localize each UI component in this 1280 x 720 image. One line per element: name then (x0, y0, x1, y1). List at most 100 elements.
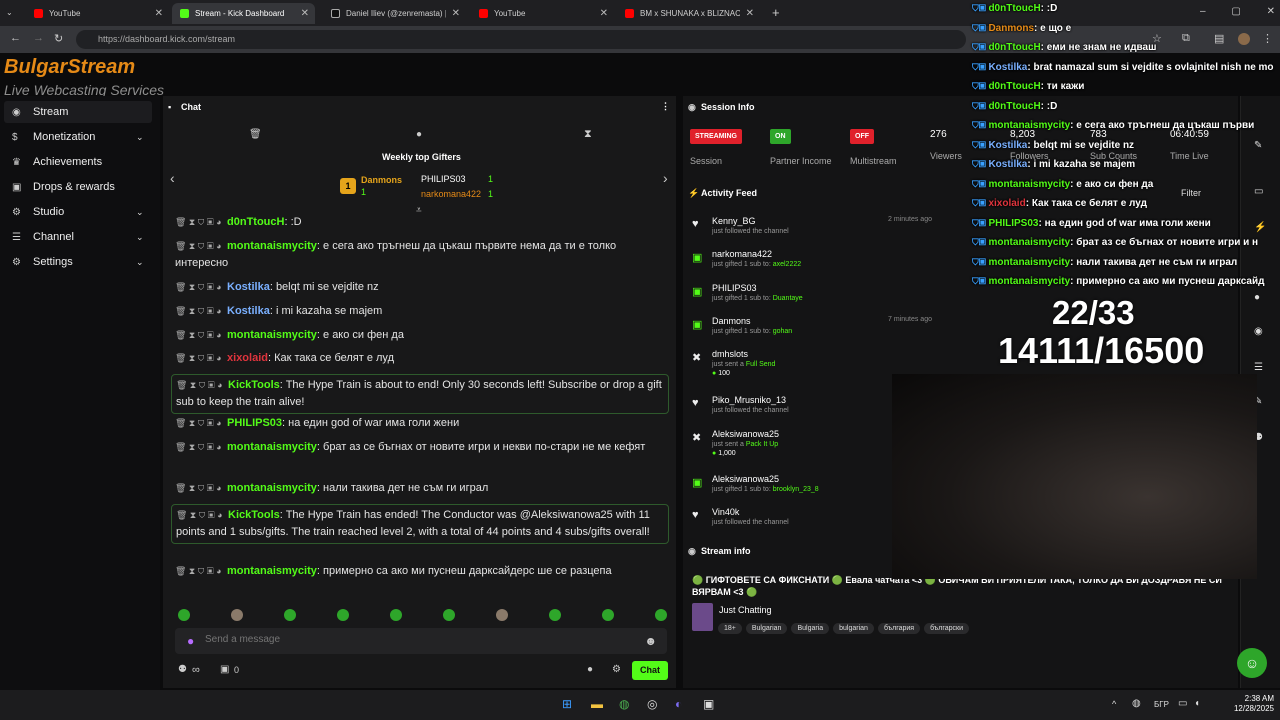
network-icon[interactable]: ▭ (1178, 698, 1187, 709)
chevron-down-icon[interactable]: ⌄ (136, 232, 144, 243)
chat-username[interactable]: KickTools (228, 509, 280, 521)
chevron-down-icon[interactable]: ⌄ (136, 207, 144, 218)
screen-icon[interactable]: ▭ (1254, 186, 1263, 197)
menu-kebab-icon[interactable]: ⋮ (1262, 32, 1273, 45)
browser-tab[interactable]: YouTube ✕ (471, 3, 614, 24)
category-name[interactable]: Just Chatting (719, 605, 772, 615)
profile-avatar[interactable] (1238, 33, 1250, 45)
close-icon[interactable]: ✕ (1267, 6, 1275, 17)
taskbar-clock[interactable]: 2:38 AM 12/28/2025 (1224, 694, 1274, 714)
activity-username[interactable]: Aleksiwanowa25 (712, 429, 922, 439)
new-tab-button[interactable]: + (772, 5, 780, 20)
gifter-name[interactable]: Danmons (361, 175, 402, 185)
discord-icon[interactable]: ◐ (675, 697, 682, 711)
chrome-icon[interactable]: ◍ (619, 697, 629, 711)
obs-icon[interactable]: ◎ (647, 697, 657, 711)
tab-list-button[interactable]: ⌄ (6, 8, 13, 17)
activity-username[interactable]: PHILIPS03 (712, 283, 922, 293)
message-input[interactable] (205, 634, 625, 645)
terminal-icon[interactable]: ▣ (703, 697, 714, 711)
edit-icon[interactable]: ✎ (1254, 140, 1262, 151)
windows-start-icon[interactable]: ⊞ (562, 697, 572, 711)
emote-icon[interactable] (602, 609, 614, 621)
tray-arrow-icon[interactable]: ^ (1112, 699, 1116, 709)
hourglass-icon[interactable]: ⧗ (584, 128, 592, 141)
emote-icon[interactable] (655, 609, 667, 621)
sidebar-item-studio[interactable]: ⚙ Studio ⌄ (12, 201, 152, 223)
message-actions-icons[interactable]: 🗑 ⧗ ⛉ ▣ ◕ (175, 330, 224, 340)
stream-tag[interactable]: Bulgaria (791, 623, 830, 634)
browser-tab[interactable]: BM x SHUNAKA x BLIZNACITE ✕ (617, 3, 760, 24)
minimize-icon[interactable]: – (1200, 6, 1206, 17)
emoji-icon[interactable]: ☻ (644, 634, 657, 648)
gifter-name[interactable]: narkomana422 (421, 189, 481, 199)
chat-username[interactable]: Kostilka (227, 281, 270, 293)
prev-arrow-icon[interactable]: ‹ (170, 170, 175, 186)
chat-username[interactable]: PHILIPS03 (227, 417, 282, 429)
reload-icon[interactable]: ↻ (54, 32, 63, 45)
emote-icon[interactable] (549, 609, 561, 621)
message-actions-icons[interactable]: 🗑 ⧗ ⛉ ▣ ◕ (175, 566, 224, 576)
chat-icon[interactable]: ● (1254, 292, 1260, 303)
browser-tab[interactable]: Stream - Kick Dashboard ✕ (172, 3, 315, 24)
emote-icon[interactable] (443, 609, 455, 621)
mic-icon[interactable]: ● (187, 634, 194, 648)
message-actions-icons[interactable]: 🗑 ⧗ ⛉ ▣ ◕ (175, 353, 224, 363)
sidebar-item-settings[interactable]: ⚙ Settings ⌄ (12, 251, 152, 273)
activity-username[interactable]: Piko_Mrusniko_13 (712, 395, 922, 405)
site-logo[interactable]: BulgarStream (4, 56, 135, 79)
chat-username[interactable]: xixolaid (227, 352, 268, 364)
emote-icon[interactable] (231, 609, 243, 621)
extensions-icon[interactable]: ⧉ (1182, 32, 1190, 45)
volume-icon[interactable]: ◖ (1194, 698, 1200, 709)
trash-icon[interactable]: 🗑 (249, 129, 262, 140)
broadcast-icon[interactable]: ◉ (1254, 326, 1263, 337)
url-bar[interactable]: https://dashboard.kick.com/stream (76, 30, 966, 49)
sidepanel-icon[interactable]: ▤ (1214, 32, 1224, 45)
chat-bubble-icon[interactable]: ● (587, 664, 593, 675)
tab-close-icon[interactable]: ✕ (301, 8, 309, 19)
chevron-down-icon[interactable]: ⌄ (136, 132, 144, 143)
chat-username[interactable]: montanaismycity (227, 565, 317, 577)
message-actions-icons[interactable]: 🗑 ⧗ ⛉ ▣ ◕ (175, 483, 224, 493)
bolt-icon[interactable]: ⚡ (1254, 222, 1266, 233)
message-actions-icons[interactable]: 🗑 ⧗ ⛉ ▣ ◕ (175, 306, 224, 316)
window-controls[interactable]: – ▢ ✕ (1200, 6, 1275, 17)
stream-tag[interactable]: български (924, 623, 969, 634)
speech-bubble-icon[interactable]: ● (416, 129, 422, 140)
gifter-name[interactable]: PHILIPS03 (421, 174, 466, 184)
activity-username[interactable]: dmhslots (712, 349, 922, 359)
emote-icon[interactable] (337, 609, 349, 621)
stream-tag[interactable]: 18+ (718, 623, 742, 634)
chat-username[interactable]: KickTools (228, 379, 280, 391)
sidebar-item-stream[interactable]: ◉ Stream (12, 101, 152, 123)
activity-username[interactable]: narkomana422 (712, 249, 922, 259)
browser-tab[interactable]: YouTube ✕ (26, 3, 169, 24)
forward-icon[interactable]: → (33, 32, 44, 44)
sidebar-item-drops[interactable]: ▣ Drops & rewards (12, 176, 152, 198)
tab-close-icon[interactable]: ✕ (600, 8, 608, 19)
emote-icon[interactable] (178, 609, 190, 621)
message-actions-icons[interactable]: 🗑 ⧗ ⛉ ▣ ◕ (175, 217, 224, 227)
stream-tag[interactable]: Bulgarian (745, 623, 788, 634)
message-actions-icons[interactable]: 🗑 ⧗ ⛉ ▣ ◕ (175, 442, 224, 452)
sidebar-item-achievements[interactable]: ♛ Achievements (12, 151, 152, 173)
filter-button[interactable]: Filter (1181, 188, 1201, 198)
chat-menu-icon[interactable]: ⋮ (661, 101, 670, 112)
settings-gear-icon[interactable]: ⚙ (612, 664, 621, 675)
list-icon[interactable]: ☰ (1254, 362, 1263, 373)
sidebar-item-monetization[interactable]: $ Monetization ⌄ (12, 126, 152, 148)
stream-tag[interactable]: bulgarian (833, 623, 874, 634)
chat-username[interactable]: montanaismycity (227, 240, 317, 252)
chat-username[interactable]: montanaismycity (227, 482, 317, 494)
maximize-icon[interactable]: ▢ (1231, 6, 1240, 17)
message-actions-icons[interactable]: 🗑 ⧗ ⛉ ▣ ◕ (175, 241, 224, 251)
chat-username[interactable]: Kostilka (227, 305, 270, 317)
send-message-box[interactable]: ● ☻ (175, 628, 667, 654)
chat-send-button[interactable]: Chat (632, 661, 668, 680)
message-actions-icons[interactable]: 🗑 ⧗ ⛉ ▣ ◕ (175, 282, 224, 292)
chat-username[interactable]: montanaismycity (227, 329, 317, 341)
message-actions-icons[interactable]: 🗑 ⧗ ⛉ ▣ ◕ (176, 380, 225, 390)
stream-tag[interactable]: българия (877, 623, 921, 634)
tab-close-icon[interactable]: ✕ (746, 8, 754, 19)
